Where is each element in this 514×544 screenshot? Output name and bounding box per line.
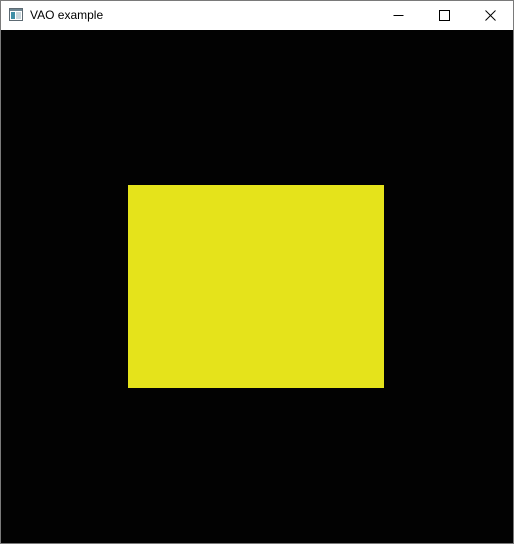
minimize-button[interactable] (375, 1, 421, 30)
app-window: VAO example (0, 0, 514, 544)
close-icon (484, 10, 496, 21)
yellow-quad (128, 185, 384, 388)
title-bar[interactable]: VAO example (1, 1, 513, 30)
close-button[interactable] (467, 1, 513, 30)
minimize-icon (393, 15, 403, 16)
maximize-button[interactable] (421, 1, 467, 30)
application-window-icon[interactable] (9, 8, 23, 21)
window-title: VAO example (30, 8, 104, 22)
maximize-icon (438, 10, 450, 21)
render-viewport[interactable] (1, 30, 513, 543)
